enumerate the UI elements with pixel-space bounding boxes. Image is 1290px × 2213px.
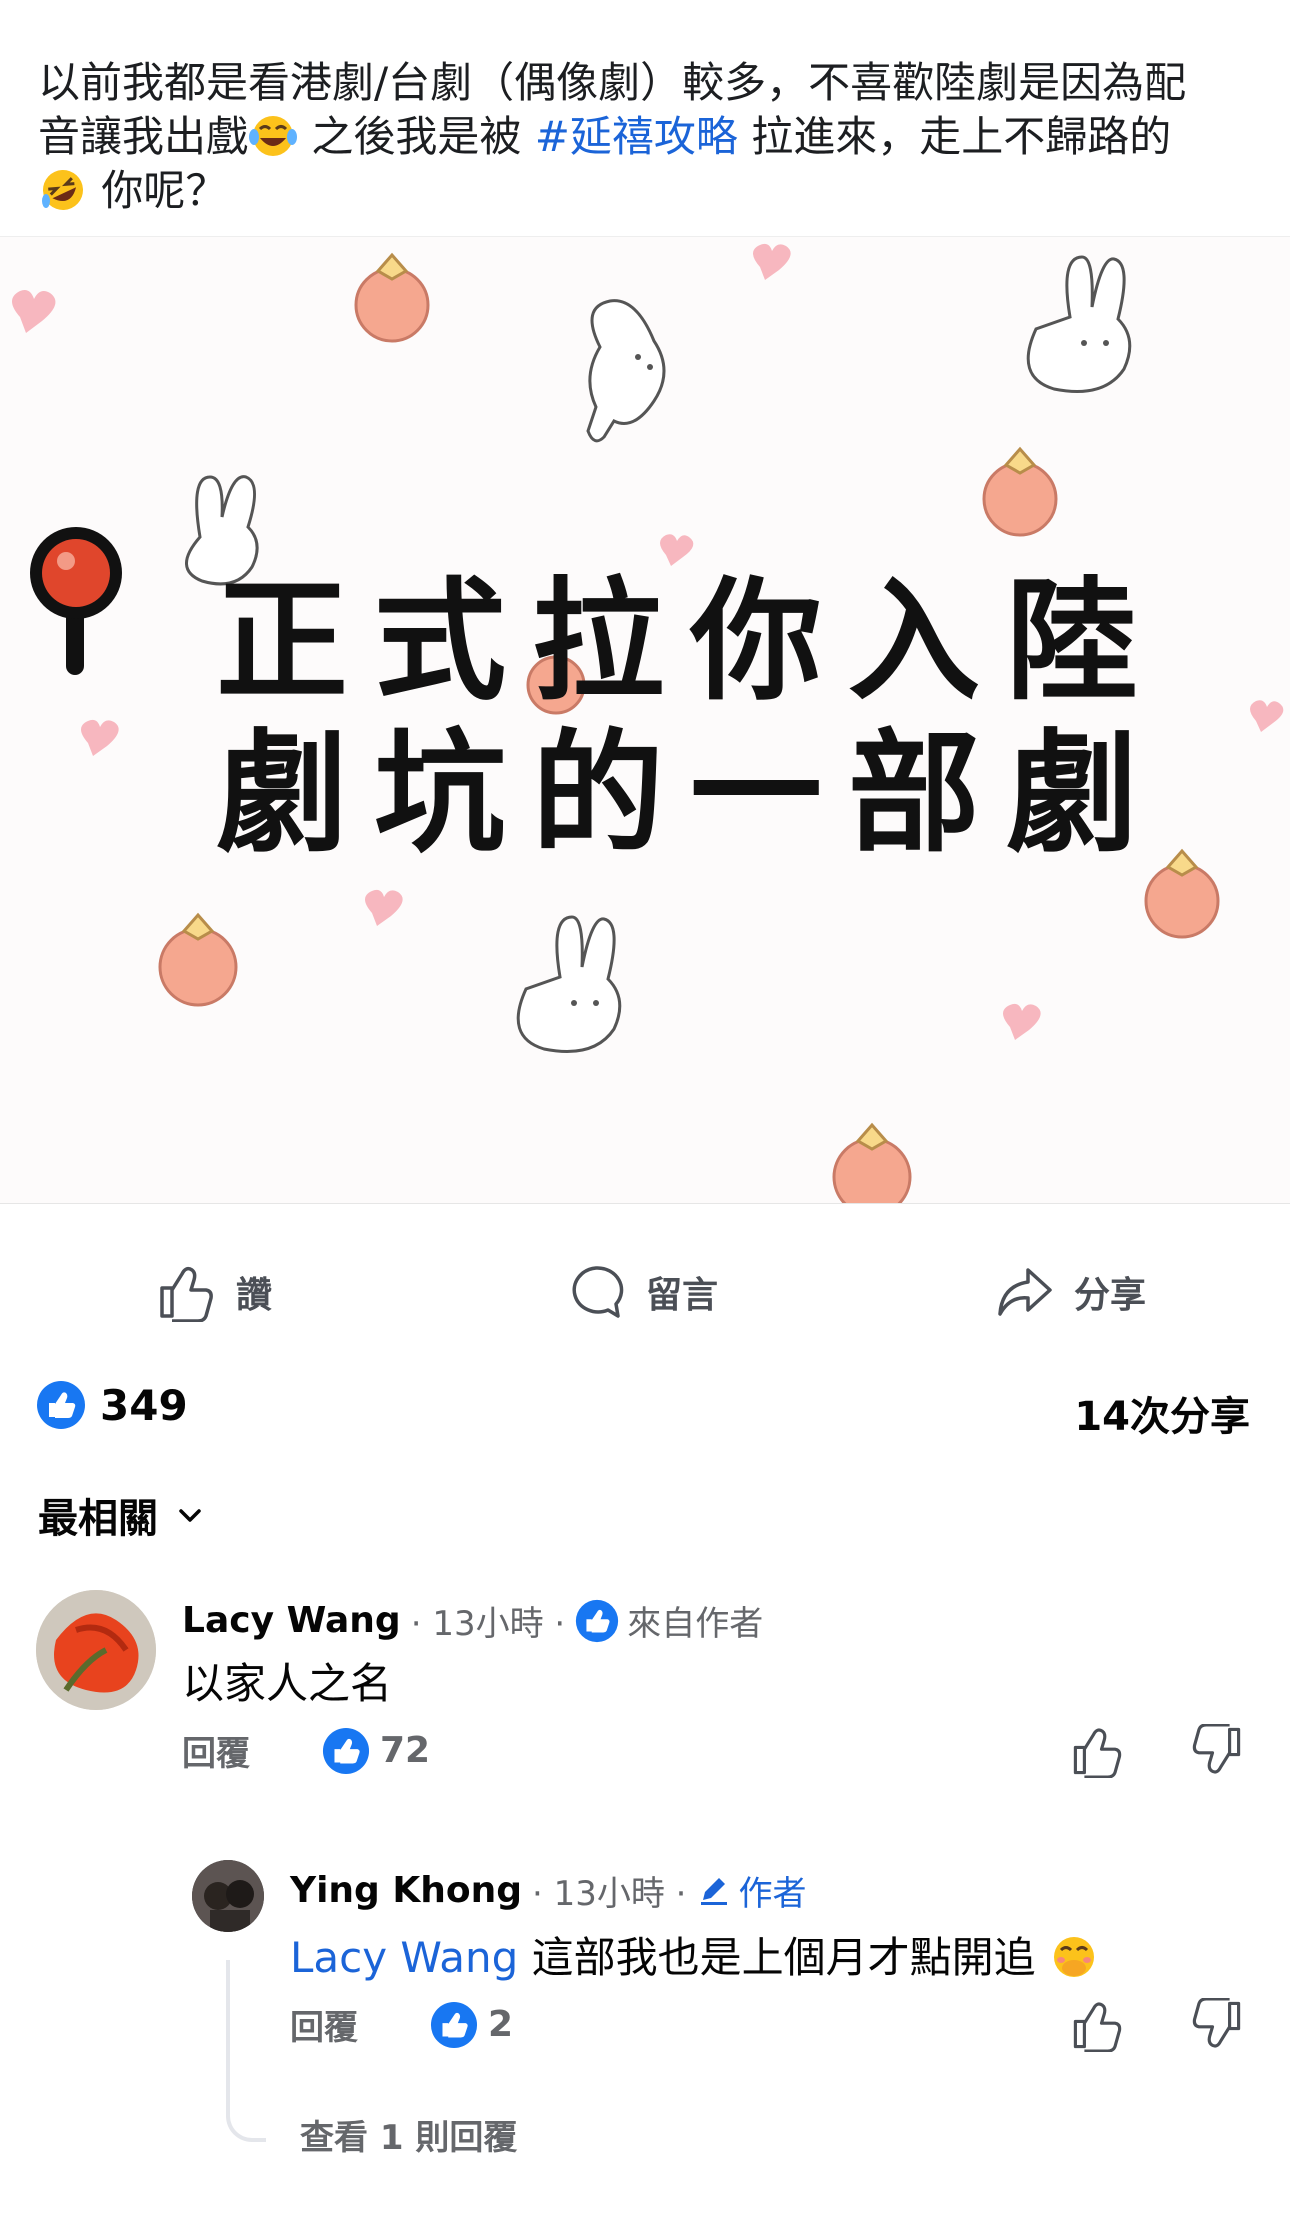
comment-bubble-icon [572,1266,624,1318]
post-image[interactable]: 正式拉你入陸 劇坑的一部劇 [0,236,1290,1204]
upvote-button[interactable] [1070,1724,1124,1782]
author-badge-label: 作者 [738,1874,807,1914]
comment: Lacy Wang · 13小時 · 來自作者 以家人之名 回覆 72 [0,1580,1290,1810]
comment-time: · 13小時 · [410,1604,566,1644]
face-with-hand-over-mouth-emoji-icon [1054,1937,1095,1977]
like-count-value: 349 [100,1380,188,1430]
pushpin-icon [30,527,122,675]
comment-footer: 回覆 2 [290,2000,513,2049]
comment-text: Lacy Wang 這部我也是上個月才點開追 [290,1924,1099,1985]
thread-connector [226,1960,266,2142]
like-count[interactable]: 349 [36,1380,188,1430]
thumbs-up-outline-icon [1073,2002,1122,2053]
comment-footer: 回覆 72 [182,1726,430,1775]
post-text-line-2c: 拉進來，走上不歸路的 [737,112,1172,161]
author-liked-badge: 來自作者 [575,1596,763,1645]
downvote-button[interactable] [1190,1997,1244,2056]
avatar-photo-image [192,1860,264,1932]
reaction-count[interactable]: 2 [430,2001,513,2049]
comment-text: 以家人之名 [182,1659,393,1708]
like-button[interactable]: 讚 [156,1262,272,1322]
downvote-button[interactable] [1190,1723,1244,1782]
comment-time: · 13小時 · [532,1874,687,1914]
hashtag-link[interactable]: #延禧攻略 [535,112,738,161]
thumbs-up-outline-icon [160,1266,213,1322]
reply-comment: Ying Khong · 13小時 · 作者 Lacy Wang 這部我也是上個… [0,1850,1290,2158]
like-reaction-icon [37,1381,85,1429]
view-replies-link[interactable]: 查看 1 則回覆 [300,2110,517,2159]
comment-header: Lacy Wang · 13小時 · 來自作者 [182,1596,763,1645]
comment-button[interactable]: 留言 [566,1262,718,1322]
comment-sort-dropdown[interactable]: 最相關 [38,1486,206,1544]
post-text: 以前我都是看港劇/台劇（偶像劇）較多，不喜歡陸劇是因為配 音讓我出戲 之後我是被… [38,56,1258,218]
post-stats: 349 14次分享 [36,1380,1256,1440]
sort-label: 最相關 [38,1496,158,1542]
author-badge: 作者 [697,1866,807,1915]
thumbs-down-outline-icon [1192,1997,1241,2048]
post-text-line-2b: 之後我是被 [298,112,535,161]
thumbs-down-outline-icon [1192,1723,1241,1774]
comment-header: Ying Khong · 13小時 · 作者 [290,1866,807,1915]
share-label: 分享 [1074,1275,1147,1316]
thumbs-up-outline-icon [1073,1728,1122,1779]
post-action-bar: 讚 留言 分享 [0,1236,1290,1346]
mention-link[interactable]: Lacy Wang [290,1933,518,1982]
share-count[interactable]: 14次分享 [1074,1384,1250,1442]
upvote-button[interactable] [1070,1998,1124,2056]
chevron-down-icon [179,1509,201,1522]
reaction-count[interactable]: 72 [322,1727,430,1775]
commenter-name[interactable]: Ying Khong [290,1870,522,1911]
like-label: 讚 [236,1275,273,1316]
share-button[interactable]: 分享 [994,1262,1146,1322]
post-text-line-3: 你呢？ [88,166,228,215]
like-reaction-icon [322,1727,370,1774]
reaction-count-value: 72 [380,1730,431,1771]
pencil-icon [700,1877,727,1905]
avatar[interactable] [36,1590,156,1710]
author-badge-label: 來自作者 [627,1604,764,1644]
rofl-emoji-icon [42,170,83,210]
reply-button[interactable]: 回覆 [182,1726,250,1775]
commenter-name[interactable]: Lacy Wang [182,1600,401,1641]
image-title-line-1: 正式拉你入陸 [216,565,1164,719]
comment-body: 這部我也是上個月才點開追 [518,1933,1036,1982]
avatar-flower-image [36,1590,156,1710]
tears-of-joy-emoji-icon [249,116,298,156]
avatar[interactable] [192,1860,264,1932]
comment-label: 留言 [646,1275,719,1316]
share-arrow-icon [998,1268,1052,1316]
like-reaction-icon [430,2001,478,2048]
post-text-line-2a: 音讓我出戲 [38,112,249,161]
reply-button[interactable]: 回覆 [290,2000,358,2049]
post-text-line-1: 以前我都是看港劇/台劇（偶像劇）較多，不喜歡陸劇是因為配 [38,58,1187,107]
image-title-line-2: 劇坑的一部劇 [216,717,1164,871]
reaction-count-value: 2 [488,2004,514,2045]
like-reaction-icon [576,1599,619,1642]
